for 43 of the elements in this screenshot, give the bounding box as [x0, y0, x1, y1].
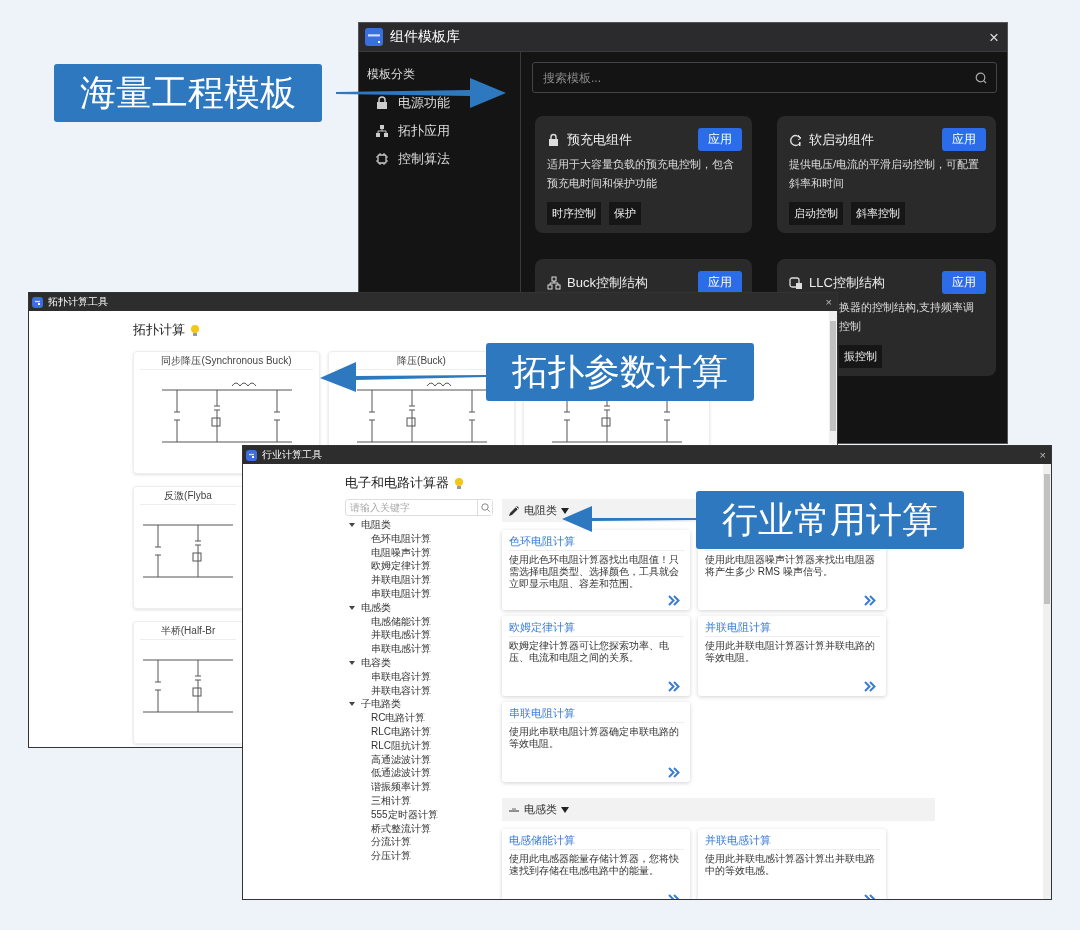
- tag: 斜率控制: [851, 202, 905, 225]
- card-title: 反激(Flyba: [164, 490, 212, 501]
- card-title: 半桥(Half-Br: [160, 625, 216, 636]
- window-title: 拓扑计算工具: [48, 295, 108, 309]
- card-title: 欧姆定律计算: [509, 621, 575, 633]
- card-description: 使用此电阻器噪声计算器来找出电阻器将产生多少 RMS 噪声信号。: [705, 554, 876, 579]
- section-title: 电感类: [524, 802, 557, 817]
- card-title: 电感储能计算: [509, 834, 575, 846]
- section-title: 电阻类: [524, 503, 557, 518]
- card-description: 使用此色环电阻计算器找出电阻值！只需选择电阻类型、选择颜色，工具就会立即显示电阻、容差和范围。: [509, 554, 680, 591]
- card-description: 提供电压/电流的平滑启动控制，可配置: [789, 157, 981, 172]
- page-heading: 电子和电路计算器: [345, 474, 449, 492]
- card-description: 适用于大容量负载的预充电控制，包含: [547, 157, 735, 172]
- card-title: 同步降压(Synchronous Buck): [161, 355, 292, 366]
- card-description: 控制: [839, 319, 862, 334]
- tag: 启动控制: [789, 202, 843, 225]
- card-title: 并联电感计算: [705, 834, 771, 846]
- card-title: Buck控制结构: [567, 273, 648, 292]
- card-title: 软启动组件: [809, 130, 874, 149]
- tag: 保护: [609, 202, 641, 225]
- page-heading: 拓扑计算: [133, 321, 185, 339]
- window-title: 行业计算工具: [262, 448, 322, 462]
- card-title: LLC控制结构: [809, 273, 885, 292]
- card-description: 斜率和时间: [789, 176, 845, 191]
- card-title: 并联电阻计算: [705, 621, 771, 633]
- card-description: 使用此并联电感计算器计算出并联电路中的等效电感。: [705, 853, 876, 878]
- card-description: 换器的控制结构,支持频率调: [839, 300, 976, 315]
- card-title: 串联电阻计算: [509, 707, 575, 719]
- card-description: 使用此电感器能量存储计算器，您将快速找到存储在电感电路中的能量。: [509, 853, 680, 878]
- card-title: 色环电阻计算: [509, 535, 575, 547]
- card-description: 预充电时间和保护功能: [547, 176, 658, 191]
- sidebar-heading: 模板分类: [367, 66, 416, 83]
- card-title: 预充电组件: [567, 130, 632, 149]
- window-title: 组件模板库: [390, 28, 460, 46]
- card-title: 降压(Buck): [397, 355, 446, 366]
- callout-tooltip: 海量工程模板: [54, 64, 322, 122]
- tag: 振控制: [839, 345, 882, 368]
- callout-tooltip: 拓扑参数计算: [486, 343, 754, 401]
- tag: 时序控制: [547, 202, 601, 225]
- card-description: 欧姆定律计算器可让您探索功率、电压、电流和电阻之间的关系。: [509, 640, 670, 665]
- card-description: 使用此串联电阻计算器确定串联电路的等效电阻。: [509, 726, 680, 751]
- callout-tooltip: 行业常用计算: [696, 491, 964, 549]
- card-description: 使用此并联电阻计算器计算并联电路的等效电阻。: [705, 640, 876, 665]
